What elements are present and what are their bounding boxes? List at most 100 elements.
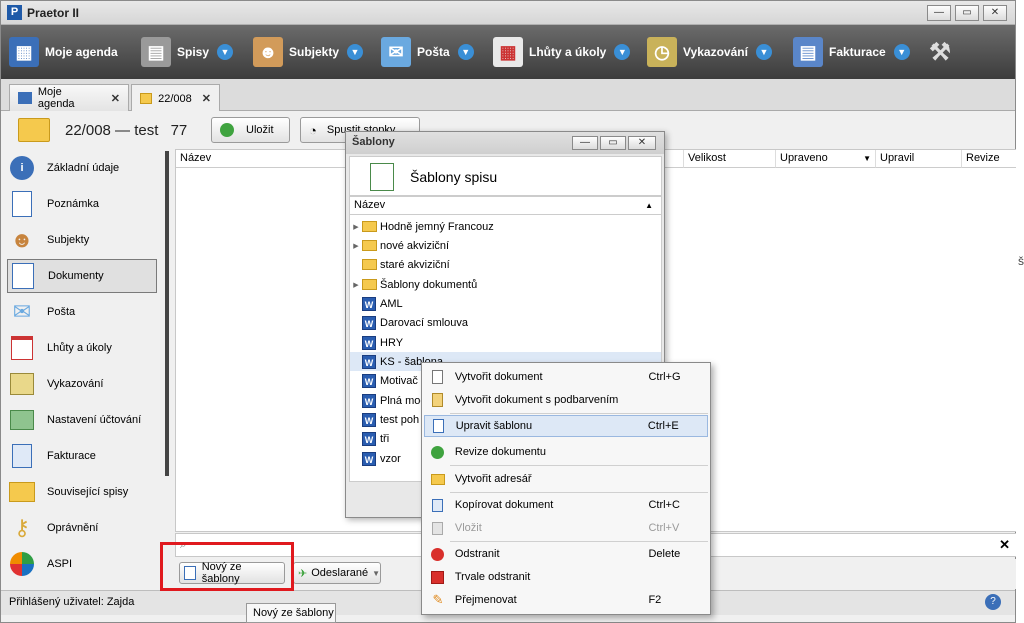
new-folder-icon bbox=[429, 471, 447, 487]
list-item[interactable]: ▶ Hodně jemný Francouz bbox=[350, 217, 661, 236]
chevron-down-icon[interactable]: ▼ bbox=[614, 44, 631, 60]
sidebar-item-fakturace[interactable]: Fakturace bbox=[7, 439, 157, 473]
sidebar-item-zakladni-udaje[interactable]: i Základní údaje bbox=[7, 151, 157, 185]
tab-label: 22/008 bbox=[158, 92, 192, 105]
expand-icon[interactable]: ▶ bbox=[350, 223, 362, 231]
tab-22-008[interactable]: 22/008 ✕ bbox=[131, 84, 220, 112]
save-label: Uložit bbox=[246, 124, 274, 136]
people-icon: ☻ bbox=[10, 227, 34, 252]
chevron-down-icon[interactable]: ▼ bbox=[755, 44, 772, 60]
sent-dropdown-button[interactable]: ✈ Odeslarané ▼ bbox=[293, 562, 381, 584]
list-item-label: test poh bbox=[380, 413, 420, 426]
mail-icon: ✉ bbox=[12, 299, 32, 324]
menu-item-paste[interactable]: Vložit Ctrl+V bbox=[424, 517, 708, 539]
chevron-down-icon: ▼ bbox=[372, 568, 381, 578]
sidebar-item-subjekty[interactable]: ☻ Subjekty bbox=[7, 223, 157, 257]
sidebar-item-posta[interactable]: ✉ Pošta bbox=[7, 295, 157, 329]
close-icon[interactable]: ✕ bbox=[202, 92, 211, 105]
close-button[interactable]: ✕ bbox=[983, 5, 1007, 21]
menu-item-create-document-colored[interactable]: Vytvořit dokument s podbarvením bbox=[424, 389, 708, 411]
column-header-upraveno[interactable]: Upraveno ▼ bbox=[776, 150, 876, 168]
word-doc-icon: W bbox=[362, 296, 376, 311]
menu-item-create-folder[interactable]: Vytvořit adresář bbox=[424, 468, 708, 490]
sidebar-item-souvisejici-spisy[interactable]: Související spisy bbox=[7, 475, 157, 509]
dialog-close-button[interactable]: ✕ bbox=[628, 136, 656, 150]
menu-separator bbox=[450, 541, 708, 542]
sidebar-item-opravneni[interactable]: ⚷ Oprávnění bbox=[7, 511, 157, 545]
toolbar-posta[interactable]: ✉ Pošta ▼ bbox=[381, 31, 474, 73]
delete-icon bbox=[429, 546, 447, 562]
sidebar-scrollbar[interactable] bbox=[165, 151, 169, 476]
menu-item-create-document[interactable]: Vytvořit dokument Ctrl+G bbox=[424, 366, 708, 388]
menu-item-delete-permanently[interactable]: Trvale odstranit bbox=[424, 566, 708, 588]
word-doc-icon: W bbox=[362, 451, 376, 466]
sidebar-item-lhuty[interactable]: Lhůty a úkoly bbox=[7, 331, 157, 365]
chevron-down-icon[interactable]: ▼ bbox=[347, 44, 364, 60]
close-icon[interactable]: ✕ bbox=[111, 92, 120, 105]
mail-icon: ✉ bbox=[381, 37, 411, 67]
menu-item-shortcut: Ctrl+E bbox=[647, 420, 679, 432]
dialog-maximize-button[interactable]: ▭ bbox=[600, 136, 626, 150]
sidebar-item-nastaveni-uctovani[interactable]: Nastavení účtování bbox=[7, 403, 157, 437]
list-column-header[interactable]: Název ▲ bbox=[350, 197, 661, 215]
menu-separator bbox=[450, 465, 708, 466]
menu-item-label: Kopírovat dokument bbox=[454, 499, 554, 511]
column-header-velikost[interactable]: Velikost bbox=[684, 150, 776, 168]
menu-item-copy-document[interactable]: Kopírovat dokument Ctrl+C bbox=[424, 494, 708, 516]
folder-icon bbox=[18, 118, 50, 142]
toolbar-moje-agenda[interactable]: ▦ Moje agenda bbox=[9, 31, 118, 73]
column-label: Upraveno bbox=[780, 152, 828, 164]
list-item-label: HRY bbox=[380, 336, 404, 349]
menu-item-label: Upravit šablonu bbox=[455, 420, 533, 432]
clear-search-icon[interactable]: ✕ bbox=[999, 537, 1010, 553]
menu-item-revisions[interactable]: Revize dokumentu bbox=[424, 441, 708, 463]
list-item[interactable]: W AML bbox=[350, 294, 661, 313]
list-item[interactable]: staré akviziční bbox=[350, 255, 661, 274]
minimize-button[interactable]: — bbox=[927, 5, 951, 21]
toolbar-spisy[interactable]: ▤ Spisy ▼ bbox=[141, 31, 234, 73]
toolbar-vykazovani[interactable]: ◷ Vykazování ▼ bbox=[647, 31, 772, 73]
toolbar-lhuty[interactable]: ▦ Lhůty a úkoly ▼ bbox=[493, 31, 631, 73]
expand-icon[interactable]: ▶ bbox=[350, 242, 362, 250]
sidebar-item-label: Dokumenty bbox=[48, 270, 104, 282]
list-item[interactable]: W HRY bbox=[350, 333, 661, 352]
tab-moje-agenda[interactable]: Moje agenda ✕ bbox=[9, 84, 129, 111]
toolbar-label: Fakturace bbox=[829, 45, 886, 59]
list-item[interactable]: W Darovací smlouva bbox=[350, 313, 661, 332]
colored-document-icon bbox=[429, 392, 447, 408]
toolbar-tools[interactable]: ⚒ bbox=[925, 31, 961, 73]
sidebar-item-aspi[interactable]: ASPI bbox=[7, 547, 157, 581]
column-header-revize[interactable]: Revize bbox=[962, 150, 1018, 168]
expand-icon[interactable]: ▶ bbox=[350, 281, 362, 289]
chevron-down-icon[interactable]: ▼ bbox=[893, 44, 910, 60]
dialog-minimize-button[interactable]: — bbox=[572, 136, 598, 150]
toolbar-label: Subjekty bbox=[289, 45, 340, 59]
chevron-down-icon[interactable]: ▼ bbox=[457, 44, 474, 60]
stopwatch-icon: ◔ bbox=[309, 122, 317, 138]
list-item[interactable]: ▶ Šablony dokumentů bbox=[350, 275, 661, 294]
toolbar-label: Pošta bbox=[417, 45, 450, 59]
column-header-upravil[interactable]: Upravil bbox=[876, 150, 962, 168]
maximize-button[interactable]: ▭ bbox=[955, 5, 979, 21]
menu-item-edit-template[interactable]: Upravit šablonu Ctrl+E bbox=[424, 415, 708, 437]
sidebar-item-vykazovani[interactable]: Vykazování bbox=[7, 367, 157, 401]
menu-item-rename[interactable]: ✎ Přejmenovat F2 bbox=[424, 589, 708, 611]
sidebar-item-poznamka[interactable]: Poznámka bbox=[7, 187, 157, 221]
menu-item-shortcut: Delete bbox=[648, 548, 681, 560]
menu-item-delete[interactable]: Odstranit Delete bbox=[424, 543, 708, 565]
list-item[interactable]: ▶ nové akviziční bbox=[350, 236, 661, 255]
toolbar-fakturace[interactable]: ▤ Fakturace ▼ bbox=[793, 31, 910, 73]
list-item-label: Plná moc bbox=[380, 394, 426, 407]
tooltip: Nový ze šablony bbox=[246, 603, 336, 623]
sidebar-item-dokumenty[interactable]: Dokumenty bbox=[7, 259, 157, 293]
word-doc-icon: W bbox=[362, 393, 376, 408]
toolbar-subjekty[interactable]: ☻ Subjekty ▼ bbox=[253, 31, 364, 73]
help-icon[interactable]: ? bbox=[985, 594, 1001, 610]
background-page: š bbox=[1016, 0, 1024, 623]
chevron-down-icon[interactable]: ▼ bbox=[217, 44, 234, 60]
list-item-label: Darovací smlouva bbox=[380, 316, 469, 329]
save-button[interactable]: Uložit bbox=[211, 117, 290, 143]
menu-item-label: Vložit bbox=[454, 522, 482, 534]
menu-item-shortcut: Ctrl+V bbox=[648, 522, 680, 534]
background-fragment: š bbox=[1018, 254, 1024, 268]
